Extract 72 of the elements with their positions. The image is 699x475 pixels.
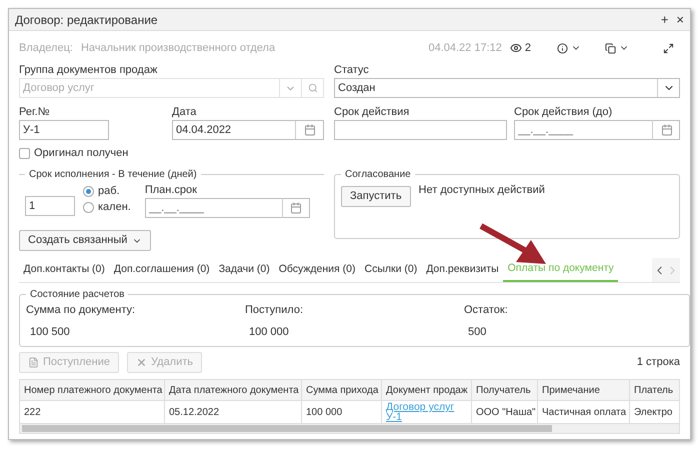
field-label: Срок действия: [334, 105, 410, 120]
field-label: Рег.№: [19, 105, 50, 120]
radio-label: кален.: [98, 200, 131, 215]
create-related-button[interactable]: Создать связанный: [19, 230, 152, 251]
tab[interactable]: Ссылки (0): [360, 258, 422, 282]
tab[interactable]: Доп.реквизиты: [422, 258, 504, 282]
timestamp: 04.04.22 17:12: [428, 40, 502, 56]
date-field[interactable]: 04.04.2022: [172, 120, 324, 140]
field-label: Срок действия (до): [514, 105, 614, 120]
field-label: Группа документов продаж: [19, 63, 158, 78]
column-header[interactable]: Платель: [630, 380, 679, 400]
tab[interactable]: Задачи (0): [214, 258, 274, 282]
expand-button[interactable]: [663, 42, 674, 54]
view-count: 2: [524, 40, 531, 56]
table-cell-text: 222: [24, 406, 41, 420]
status-dropdown[interactable]: Создан: [334, 78, 680, 98]
column-header[interactable]: Номер платежного документа: [20, 380, 165, 400]
calendar-icon[interactable]: [290, 202, 302, 214]
close-icon: [136, 357, 148, 368]
summary-label: Сумма по документу:: [26, 303, 136, 318]
radio-button[interactable]: [83, 186, 94, 196]
radio-label: раб.: [98, 184, 120, 199]
table-cell-text: Частичная оплата: [542, 406, 626, 420]
copy-icon: [605, 42, 616, 54]
term-end-field[interactable]: __.__.____: [514, 120, 680, 140]
table-cell-text: 05.12.2022: [169, 406, 220, 420]
calendar-icon[interactable]: [304, 124, 316, 136]
tab[interactable]: Доп.контакты (0): [19, 258, 110, 282]
panel-legend: Срок исполнения - В течение (дней): [25, 167, 201, 182]
row-count: 1 строка: [636, 355, 680, 370]
reg-number-field[interactable]: У-1: [19, 120, 109, 140]
owner-name: Начальник производственного отдела: [80, 40, 276, 56]
column-header[interactable]: Документ продаж: [382, 380, 472, 400]
term-field[interactable]: [334, 120, 507, 140]
calendar-icon[interactable]: [660, 124, 672, 136]
field-label: Дата: [172, 105, 198, 120]
horizontal-scrollbar[interactable]: [20, 423, 679, 433]
start-button[interactable]: Запустить: [341, 186, 411, 207]
window-title: Договор: редактирование: [15, 12, 159, 28]
plan-date-field[interactable]: __.__.____: [144, 198, 310, 218]
column-header[interactable]: Дата платежного документа: [165, 380, 302, 400]
column-header[interactable]: Примечание: [538, 380, 630, 400]
summary-label: Поступило:: [245, 303, 304, 318]
document-icon: [28, 357, 39, 368]
close-button[interactable]: ×: [676, 13, 684, 26]
owner-label: Владелец:: [19, 40, 73, 56]
expand-icon: [663, 42, 674, 54]
checkbox[interactable]: [19, 148, 30, 158]
add-window-button[interactable]: +: [660, 13, 668, 26]
column-header[interactable]: Сумма прихода: [302, 380, 382, 400]
summary-value: 500: [468, 324, 488, 340]
field-label: План.срок: [144, 183, 198, 198]
table-cell-text: 100 000: [306, 406, 342, 420]
tab[interactable]: Доп.соглашения (0): [109, 258, 214, 282]
panel-legend: Состояние расчетов: [26, 287, 128, 302]
info-icon: [557, 42, 568, 54]
days-field[interactable]: 1: [25, 196, 75, 216]
summary-label: Остаток:: [464, 303, 509, 318]
summary-value: 100 000: [249, 324, 290, 340]
info-menu-button[interactable]: [557, 42, 581, 54]
copy-menu-button[interactable]: [605, 42, 629, 54]
eye-icon: [510, 42, 522, 54]
field-label: Статус: [334, 63, 370, 78]
table-cell-text: Электро: [634, 406, 672, 420]
checkbox-label: Оригинал получен: [34, 146, 128, 161]
panel-legend: Согласование: [341, 167, 415, 182]
table-cell-text: ООО "Наша": [476, 406, 536, 420]
approval-message: Нет доступных действий: [418, 183, 545, 198]
tab[interactable]: Обсуждения (0): [274, 258, 360, 282]
column-header[interactable]: Получатель: [472, 380, 538, 400]
summary-value: 100 500: [30, 324, 71, 340]
radio-button[interactable]: [83, 202, 94, 212]
